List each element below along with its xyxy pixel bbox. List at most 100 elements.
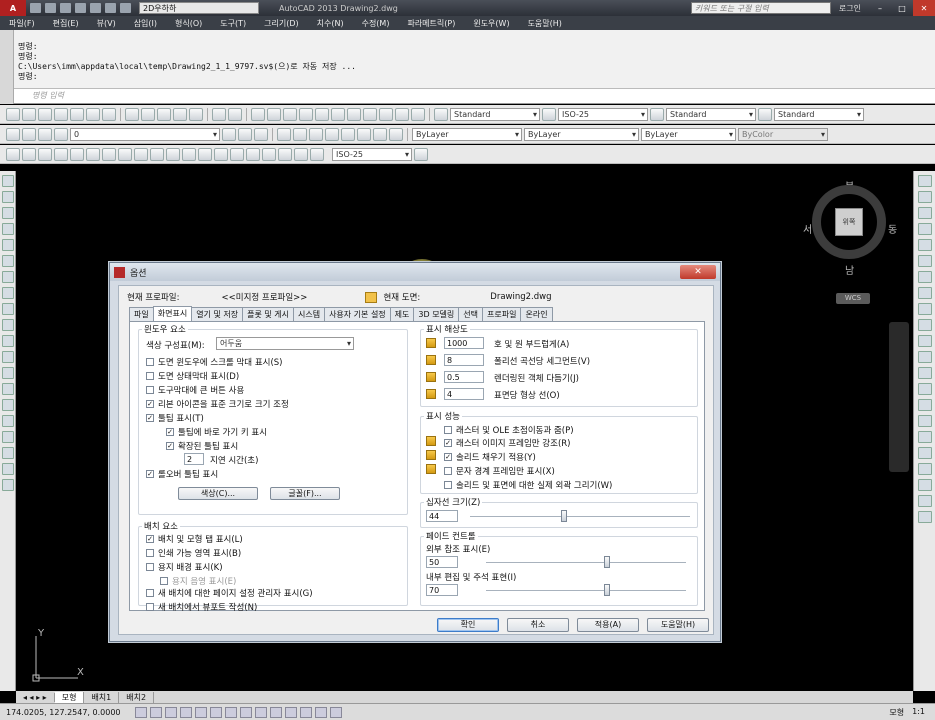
- tool-palettes-icon[interactable]: [347, 107, 361, 121]
- copy-object-icon[interactable]: [918, 191, 932, 203]
- polyline-segments-input[interactable]: 8: [444, 354, 484, 366]
- multileader-style-select[interactable]: Standard: [774, 107, 864, 121]
- tab-system[interactable]: 시스템: [292, 307, 326, 321]
- region-icon[interactable]: [2, 431, 14, 443]
- menu-format[interactable]: 형식(O): [166, 18, 211, 29]
- infer-constraints-icon[interactable]: [134, 706, 147, 718]
- compass-west[interactable]: 서: [803, 221, 812, 236]
- ortho-icon[interactable]: [179, 706, 192, 718]
- break-at-point-icon[interactable]: [918, 351, 932, 363]
- offset-icon[interactable]: [918, 223, 932, 235]
- tab-model[interactable]: 모형: [54, 691, 85, 703]
- checkbox[interactable]: [146, 372, 154, 380]
- text-style-select[interactable]: Standard: [450, 107, 540, 121]
- cut-icon[interactable]: [125, 107, 139, 121]
- menu-window[interactable]: 윈도우(W): [464, 18, 518, 29]
- convert-space-icon[interactable]: [389, 127, 403, 141]
- viewport-icon[interactable]: [918, 479, 932, 491]
- checkbox[interactable]: [146, 603, 154, 611]
- tab-layout1[interactable]: 배치1: [84, 691, 120, 703]
- text-icon[interactable]: [277, 127, 291, 141]
- chk-ribbon-icons[interactable]: ✓ 리본 아이콘을 표준 크기로 크기 조정: [146, 398, 289, 410]
- chk-status-bar[interactable]: 도면 상태막대 표시(D): [146, 370, 239, 382]
- crosshair-size-slider[interactable]: [470, 510, 690, 522]
- arc-icon[interactable]: [2, 255, 14, 267]
- tab-plot-publish[interactable]: 플롯 및 게시: [242, 307, 294, 321]
- dyn-icon[interactable]: [269, 706, 282, 718]
- gradient-icon[interactable]: [2, 415, 14, 427]
- jogged-dim-icon[interactable]: [86, 147, 100, 161]
- text-style-icon[interactable]: [434, 107, 448, 121]
- ok-button[interactable]: 확인: [437, 618, 499, 632]
- open-icon[interactable]: [22, 107, 36, 121]
- trim-icon[interactable]: [918, 319, 932, 331]
- diameter-dim-icon[interactable]: [102, 147, 116, 161]
- spline-icon[interactable]: [2, 303, 14, 315]
- radius-dim-icon[interactable]: [70, 147, 84, 161]
- dim-edit-icon[interactable]: [278, 147, 292, 161]
- viewcube-top-face[interactable]: 위쪽: [835, 208, 863, 236]
- checkbox[interactable]: [146, 358, 154, 366]
- ducs-icon[interactable]: [254, 706, 267, 718]
- color-scheme-select[interactable]: 어두움: [216, 337, 354, 350]
- chk-create-viewport[interactable]: 새 배치에서 뷰포트 작성(N): [146, 601, 257, 613]
- menu-view[interactable]: 뷰(V): [88, 18, 125, 29]
- quick-properties-icon[interactable]: [314, 706, 327, 718]
- polyline-icon[interactable]: [2, 207, 14, 219]
- erase-icon[interactable]: [918, 175, 932, 187]
- calculator-icon[interactable]: [395, 107, 409, 121]
- maximize-button[interactable]: □: [891, 0, 913, 16]
- edit-text-icon[interactable]: [309, 127, 323, 141]
- mtext-icon[interactable]: [293, 127, 307, 141]
- scale-text-icon[interactable]: [357, 127, 371, 141]
- close-button[interactable]: ✕: [913, 0, 935, 16]
- zoom-previous-icon[interactable]: [299, 107, 313, 121]
- chk-paper-background[interactable]: 용지 배경 표시(K): [146, 561, 223, 573]
- make-block-icon[interactable]: [2, 367, 14, 379]
- table-icon[interactable]: [2, 447, 14, 459]
- checkbox[interactable]: [146, 563, 154, 571]
- preview-icon[interactable]: [70, 107, 84, 121]
- chk-raster-frame[interactable]: ✓ 래스터 이미지 프레임만 강조(R): [444, 437, 571, 449]
- contour-lines-input[interactable]: 4: [444, 388, 484, 400]
- menu-modify[interactable]: 수정(M): [353, 18, 399, 29]
- chk-extended-tooltips[interactable]: ✓ 확장된 툴팁 표시: [166, 440, 238, 452]
- menu-file[interactable]: 파일(F): [0, 18, 44, 29]
- checkbox[interactable]: [146, 549, 154, 557]
- checkbox[interactable]: ✓: [146, 400, 154, 408]
- minimize-button[interactable]: –: [869, 0, 891, 16]
- osnap-icon[interactable]: [209, 706, 222, 718]
- mirror-icon[interactable]: [918, 207, 932, 219]
- crosshair-slider-thumb[interactable]: [561, 510, 567, 522]
- chk-page-setup-manager[interactable]: 새 배치에 대한 페이지 설정 관리자 표시(G): [146, 587, 313, 599]
- stretch-icon[interactable]: [918, 303, 932, 315]
- checkbox[interactable]: ✓: [444, 453, 452, 461]
- xref-slider-thumb[interactable]: [604, 556, 610, 568]
- tab-layout2[interactable]: 배치2: [119, 691, 155, 703]
- dim-space-icon[interactable]: [182, 147, 196, 161]
- make-current-icon[interactable]: [222, 127, 236, 141]
- chk-raster-pan-zoom[interactable]: 래스터 및 OLE 초점이동과 줌(P): [444, 424, 574, 436]
- annotation-scale[interactable]: 1:1: [912, 707, 925, 718]
- delay-input[interactable]: 2: [184, 453, 204, 465]
- spell-check-icon[interactable]: [341, 127, 355, 141]
- menu-edit[interactable]: 편집(E): [44, 18, 88, 29]
- ellipse-arc-icon[interactable]: [2, 335, 14, 347]
- chk-scrollbars[interactable]: 도면 윈도우에 스크롤 막대 표시(S): [146, 356, 283, 368]
- undo-icon[interactable]: [212, 107, 226, 121]
- chk-large-buttons[interactable]: 도구막대에 큰 버튼 사용: [146, 384, 244, 396]
- extend-icon[interactable]: [918, 335, 932, 347]
- dialog-title-bar[interactable]: 옵션 ✕: [110, 263, 720, 281]
- chk-layout-model-tabs[interactable]: ✓ 배치 및 모형 탭 표시(L): [146, 533, 243, 545]
- continue-dim-icon[interactable]: [166, 147, 180, 161]
- table-style-select[interactable]: Standard: [666, 107, 756, 121]
- preview-icon[interactable]: [918, 511, 932, 523]
- checkbox[interactable]: ✓: [166, 428, 174, 436]
- tolerance-icon[interactable]: [214, 147, 228, 161]
- crosshair-size-input[interactable]: 44: [426, 510, 458, 522]
- viewcube[interactable]: 위쪽: [812, 185, 886, 259]
- tab-files[interactable]: 파일: [129, 307, 154, 321]
- dim-style-select-2[interactable]: ISO-25: [332, 147, 412, 161]
- model-space-toggle[interactable]: 모형: [889, 707, 904, 718]
- transparency-icon[interactable]: [299, 706, 312, 718]
